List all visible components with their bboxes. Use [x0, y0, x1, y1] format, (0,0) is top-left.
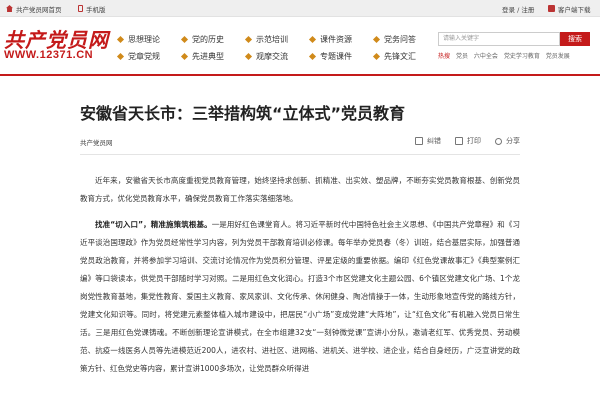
correct-button[interactable]: 纠错 — [415, 136, 441, 146]
nav-item-regulations[interactable]: 党章党规 — [116, 51, 160, 62]
mobile-link[interactable]: 手机版 — [78, 0, 106, 17]
logo-url: WWW.12371.CN — [4, 49, 94, 61]
nav-label: 示范培训 — [256, 35, 288, 44]
nav-item-theory[interactable]: 思想理论 — [116, 34, 160, 45]
print-label: 打印 — [467, 137, 481, 145]
bullet-icon — [180, 35, 189, 44]
search-button[interactable]: 搜索 — [560, 32, 590, 46]
bullet-icon — [116, 52, 125, 61]
nav-item-training[interactable]: 示范培训 — [244, 34, 288, 45]
download-link-label: 客户端下载 — [558, 5, 591, 14]
print-button[interactable]: 打印 — [455, 136, 481, 146]
download-icon — [548, 5, 555, 12]
home-icon — [6, 5, 13, 12]
site-logo[interactable]: 共产党员网 WWW.12371.CN — [2, 24, 110, 70]
download-link[interactable]: 客户端下载 — [548, 0, 591, 17]
top-utility-bar: 共产党员网首页 手机版 登录 / 注册 客户端下载 — [0, 0, 600, 17]
nav-item-party-history[interactable]: 党的历史 — [180, 34, 224, 45]
login-register-link[interactable]: 登录 / 注册 — [502, 0, 534, 17]
printer-icon — [455, 137, 463, 145]
mobile-link-label: 手机版 — [86, 5, 106, 14]
paragraph: 近年来，安徽省天长市高度重视党员教育管理，始终坚持求创新、抓精准、出实效、塑品牌… — [80, 176, 520, 203]
paragraph-lead: 找准“切入口”，精准施策筑根基。 — [95, 220, 212, 229]
nav-label: 观摩交流 — [256, 52, 288, 61]
bullet-icon — [308, 35, 317, 44]
hot-tag[interactable]: 党员发展 — [546, 53, 570, 60]
bullet-icon — [372, 35, 381, 44]
nav-item-exchange[interactable]: 观摩交流 — [244, 51, 288, 62]
nav-label: 先进典型 — [192, 52, 224, 61]
paragraph: 找准“切入口”，精准施策筑根基。一是用好红色课堂育人。将习近平新时代中国特色社会… — [80, 216, 520, 378]
share-button[interactable]: 分享 — [495, 136, 520, 146]
search-input[interactable]: 请输入关键字 — [438, 32, 560, 46]
share-icon — [495, 137, 502, 145]
hot-tag[interactable]: 六中全会 — [474, 53, 498, 60]
bullet-icon — [244, 52, 253, 61]
article-meta: 共产党员网 纠错 打印 分享 — [80, 134, 520, 150]
bullet-icon — [308, 52, 317, 61]
article-title: 安徽省天长市：三举措构筑“立体式”党员教育 — [80, 104, 406, 123]
nav-label: 党务问答 — [384, 35, 416, 44]
nav-label: 课件资源 — [320, 35, 352, 44]
bullet-icon — [180, 52, 189, 61]
hot-search-tags: 热搜 党员 六中全会 党史学习教育 党员发展 — [438, 51, 574, 60]
edit-icon — [415, 137, 423, 145]
hot-tag[interactable]: 党史学习教育 — [504, 53, 540, 60]
bullet-icon — [372, 52, 381, 61]
nav-label: 专题课件 — [320, 52, 352, 61]
article-source: 共产党员网 — [80, 139, 113, 147]
home-link-label: 共产党员网首页 — [16, 5, 62, 14]
paragraph-text: 一是用好红色课堂育人。将习近平新时代中国特色社会主义思想、《中国共产党章程》和《… — [80, 220, 520, 373]
nav-item-literature[interactable]: 先锋文汇 — [372, 51, 416, 62]
correct-label: 纠错 — [427, 137, 441, 145]
nav-item-courseware[interactable]: 课件资源 — [308, 34, 352, 45]
header-divider — [0, 74, 600, 76]
meta-divider — [80, 154, 520, 155]
hot-label: 热搜 — [438, 53, 451, 60]
share-label: 分享 — [506, 137, 520, 145]
nav-label: 先锋文汇 — [384, 52, 416, 61]
nav-item-topic-courseware[interactable]: 专题课件 — [308, 51, 352, 62]
nav-item-models[interactable]: 先进典型 — [180, 51, 224, 62]
nav-item-qa[interactable]: 党务问答 — [372, 34, 416, 45]
hot-tag[interactable]: 党员 — [456, 53, 468, 60]
nav-label: 党的历史 — [192, 35, 224, 44]
article-tools: 纠错 打印 分享 — [401, 136, 520, 146]
article-body: 近年来，安徽省天长市高度重视党员教育管理，始终坚持求创新、抓精准、出实效、塑品牌… — [80, 172, 520, 386]
nav-label: 思想理论 — [128, 35, 160, 44]
home-link[interactable]: 共产党员网首页 — [6, 0, 62, 17]
bullet-icon — [116, 35, 125, 44]
nav-label: 党章党规 — [128, 52, 160, 61]
mobile-icon — [78, 5, 83, 12]
bullet-icon — [244, 35, 253, 44]
